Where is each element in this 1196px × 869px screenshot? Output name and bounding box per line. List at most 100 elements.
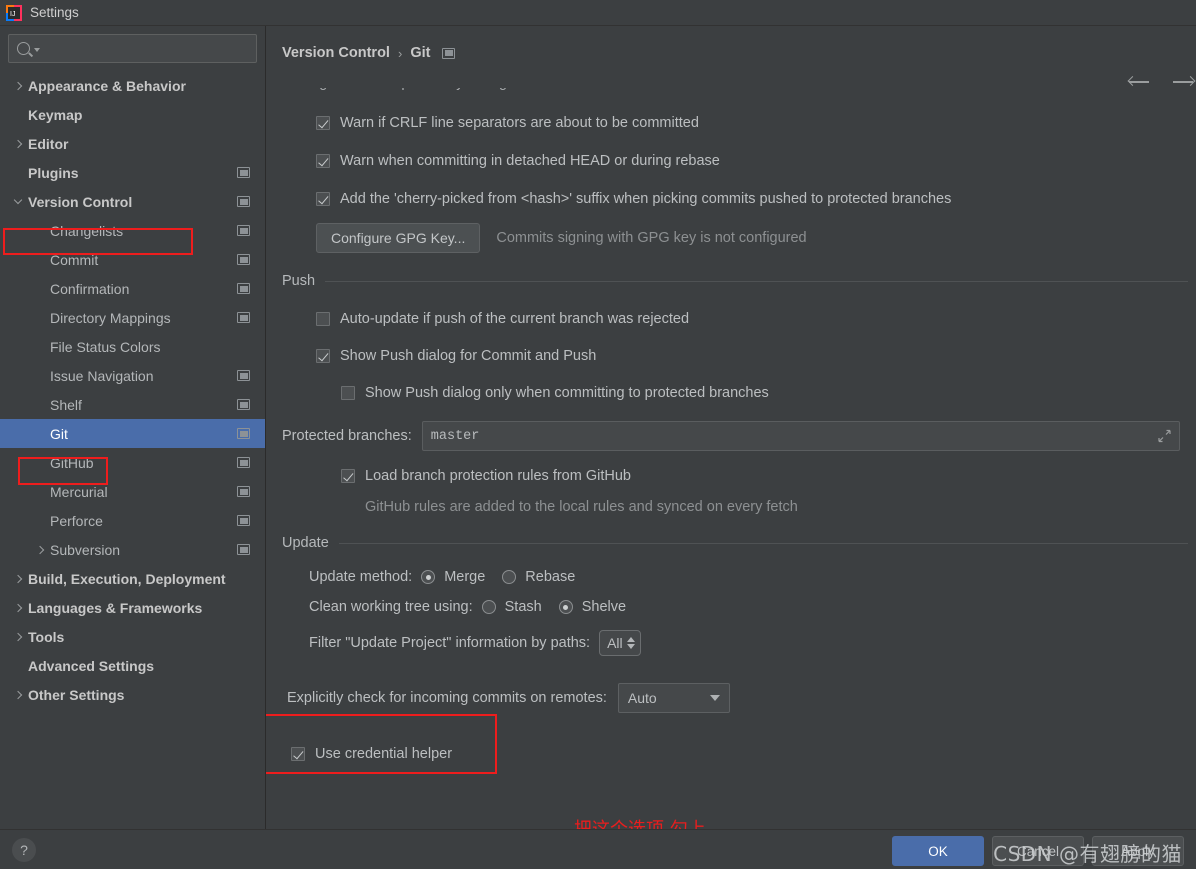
checkbox-cherry-pick-suffix-row[interactable]: Add the 'cherry-picked from <hash>' suff… [282,191,1188,207]
help-button[interactable]: ? [12,837,36,862]
checkbox-show-push-dialog-protected[interactable] [341,386,355,400]
checkbox-use-credential-helper-row[interactable]: Use credential helper [282,746,1188,762]
expand-diagonal-icon[interactable] [1158,429,1171,443]
svg-text:IJ: IJ [10,11,15,18]
sidebar-item-appearance-behavior[interactable]: Appearance & Behavior [0,71,265,100]
sidebar-item-label: Other Settings [28,686,125,703]
search-container [0,26,265,69]
filter-update-project-spinner[interactable]: All [599,630,641,656]
checkbox-use-credential-helper[interactable] [291,747,305,761]
search-box[interactable] [8,34,257,63]
sidebar-item-label: Git [50,425,68,442]
checkbox-auto-update-row[interactable]: Auto-update if push of the current branc… [282,311,1188,327]
sidebar-item-tools[interactable]: Tools [0,622,265,651]
sidebar-item-subversion[interactable]: Subversion [0,535,265,564]
sidebar-item-github[interactable]: GitHub [0,448,265,477]
checkbox-warn-crlf[interactable] [316,116,330,130]
sidebar-item-directory-mappings[interactable]: Directory Mappings [0,303,265,332]
sidebar-item-label: Mercurial [50,483,108,500]
sidebar-item-version-control[interactable]: Version Control [0,187,265,216]
project-scope-icon [237,283,250,294]
sidebar-item-label: Perforce [50,512,103,529]
git-settings-pane: ignore whitespace only changes Warn if C… [266,88,1196,829]
incoming-commits-label: Explicitly check for incoming commits on… [287,690,607,706]
project-scope-icon [237,428,250,439]
chevron-right-icon[interactable] [30,545,50,554]
checkbox-cherry-pick-suffix[interactable] [316,192,330,206]
github-rules-hint: GitHub rules are added to the local rule… [365,499,798,515]
settings-tree: Appearance & Behavior Keymap Editor Plugins… [0,69,265,709]
sidebar-item-commit[interactable]: Commit [0,245,265,274]
sidebar-item-build-execution-deployment[interactable]: Build, Execution, Deployment [0,564,265,593]
filter-update-project-label: Filter "Update Project" information by p… [309,635,591,651]
incoming-commits-row: Explicitly check for incoming commits on… [282,683,1188,713]
breadcrumb-root[interactable]: Version Control [282,45,390,61]
sidebar-item-other-settings[interactable]: Other Settings [0,680,265,709]
chevron-right-icon[interactable] [8,81,28,90]
sidebar-item-changelists[interactable]: Changelists [0,216,265,245]
sidebar-item-label: Keymap [28,106,83,123]
sidebar-item-confirmation[interactable]: Confirmation [0,274,265,303]
sidebar-item-editor[interactable]: Editor [0,129,265,158]
project-scope-icon [237,312,250,323]
checkbox-warn-crlf-label: Warn if CRLF line separators are about t… [340,115,699,131]
configure-gpg-key-button[interactable]: Configure GPG Key... [316,223,481,253]
window-title: Settings [30,5,79,20]
push-section-title: Push [282,273,316,289]
radio-clean-tree-shelve[interactable] [558,600,573,614]
settings-content-panel: Version Control › Git ignore whitespace … [266,26,1196,829]
sidebar-item-git[interactable]: Git [0,419,265,448]
sidebar-item-plugins[interactable]: Plugins [0,158,265,187]
settings-sidebar: Appearance & Behavior Keymap Editor Plugins… [0,26,266,829]
radio-update-method-rebase[interactable] [502,570,517,584]
chevron-right-icon[interactable] [8,603,28,612]
sidebar-item-shelf[interactable]: Shelf [0,390,265,419]
sidebar-item-perforce[interactable]: Perforce [0,506,265,535]
search-input[interactable] [40,41,250,56]
annotation-note-text: 把这个选项 勾上 [574,815,706,829]
sidebar-item-file-status-colors[interactable]: File Status Colors [0,332,265,361]
chevron-right-icon[interactable] [8,139,28,148]
clean-working-tree-label: Clean working tree using: [309,599,473,615]
chevron-down-icon[interactable] [8,195,28,206]
project-scope-icon [237,457,250,468]
radio-update-method-merge-label: Merge [444,569,486,585]
sidebar-item-label: File Status Colors [50,338,161,355]
sidebar-item-label: Shelf [50,396,82,413]
incoming-commits-dropdown[interactable]: Auto [617,683,730,713]
radio-update-method-merge[interactable] [421,570,436,584]
checkbox-load-github-rules-row[interactable]: Load branch protection rules from GitHub [282,468,1188,484]
checkbox-load-github-rules[interactable] [341,469,355,483]
sidebar-item-label: Tools [28,628,65,645]
ok-button[interactable]: OK [892,836,984,866]
sidebar-item-languages-frameworks[interactable]: Languages & Frameworks [0,593,265,622]
push-section-divider [325,280,1188,282]
protected-branches-input[interactable]: master [421,421,1180,451]
sidebar-item-issue-navigation[interactable]: Issue Navigation [0,361,265,390]
cancel-button[interactable]: Cancel [992,836,1084,866]
checkbox-load-github-rules-label: Load branch protection rules from GitHub [365,468,631,484]
project-scope-icon [237,225,250,236]
sidebar-item-keymap[interactable]: Keymap [0,100,265,129]
update-method-row: Update method: Merge Rebase [282,569,1188,585]
chevron-right-icon[interactable] [8,632,28,641]
window-title-bar: IJ Settings [0,0,1196,26]
checkbox-warn-detached-head-row[interactable]: Warn when committing in detached HEAD or… [282,153,1188,169]
sidebar-item-mercurial[interactable]: Mercurial [0,477,265,506]
checkbox-warn-crlf-row[interactable]: Warn if CRLF line separators are about t… [282,115,1188,131]
sidebar-item-label: Editor [28,135,69,152]
checkbox-show-push-dialog-row[interactable]: Show Push dialog for Commit and Push [282,348,1188,364]
chevron-right-icon[interactable] [8,574,28,583]
checkbox-warn-detached-head[interactable] [316,154,330,168]
update-section-title: Update [282,535,329,551]
sidebar-item-advanced-settings[interactable]: Advanced Settings [0,651,265,680]
checkbox-auto-update-on-reject[interactable] [316,312,330,326]
sidebar-item-label: Languages & Frameworks [28,599,203,616]
project-scope-icon [237,515,250,526]
spinner-arrows-icon[interactable] [626,637,635,649]
apply-button[interactable]: Apply [1092,836,1184,866]
radio-clean-tree-stash[interactable] [481,600,496,614]
checkbox-show-push-dialog[interactable] [316,349,330,363]
chevron-right-icon[interactable] [8,690,28,699]
checkbox-show-push-dialog-protected-row[interactable]: Show Push dialog only when committing to… [282,385,1188,401]
